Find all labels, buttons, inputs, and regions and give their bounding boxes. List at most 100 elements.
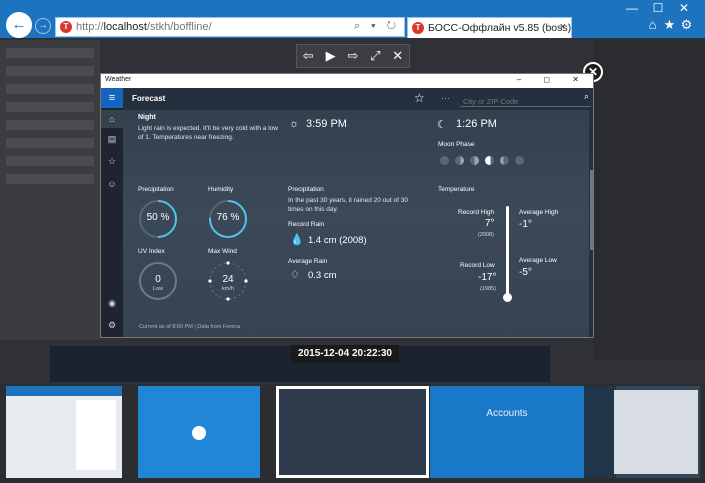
precipitation-value: 50 % [146, 212, 170, 223]
maximize-button[interactable]: ☐ [645, 1, 671, 15]
moonset-time: 1:26 PM [456, 118, 497, 130]
home-icon[interactable]: ⌂ [644, 17, 661, 32]
city-search: ⌕ [460, 91, 591, 109]
thumbnail-1[interactable] [6, 386, 122, 478]
moon-icon [500, 156, 509, 165]
viewer-close-icon[interactable]: ✕ [389, 48, 407, 64]
address-bar[interactable]: T http://localhost/stkh/boffline/ ⌕ ▾ ↻ [55, 17, 405, 37]
settings-gear-icon[interactable]: ⚙ [678, 17, 695, 33]
data-source-footer: Current as of 8:00 PM | Data from Foreca [139, 324, 241, 330]
viewer-toolbar: ⇦ ▶ ⇨ ⤢ ✕ [296, 44, 410, 68]
hist-precipitation-text: In the past 30 years, it rained 20 out o… [288, 197, 408, 213]
record-rain-value: 1.4 cm (2008) [308, 235, 367, 246]
window-close-button[interactable]: ✕ [671, 1, 697, 15]
screenshot-timestamp: 2015-12-04 20:22:30 [291, 345, 399, 363]
moon-icon [440, 156, 449, 165]
average-high-value: -1° [519, 219, 532, 230]
thumbnail-3-selected[interactable] [276, 386, 429, 478]
thumbnail-5[interactable] [584, 386, 700, 478]
wind-value: 24 [222, 274, 234, 285]
tab-close-button[interactable]: × [560, 21, 566, 33]
record-high-value: 7° [485, 218, 495, 229]
humidity-label: Humidity [208, 186, 234, 193]
temperature-range-bar [503, 206, 512, 302]
next-icon[interactable]: ⇨ [344, 48, 362, 64]
scrollbar-thumb[interactable] [590, 170, 593, 250]
night-text: Light rain is expected. It'll be very co… [138, 125, 278, 141]
raindrop-outline-icon: ♢ [290, 269, 300, 281]
fullscreen-icon[interactable]: ⤢ [366, 48, 384, 64]
window-controls: — ☐ ✕ [619, 1, 697, 15]
record-low-year: (1985) [480, 286, 496, 292]
average-high-label: Average High [519, 209, 559, 216]
settings-icon[interactable]: ⚙ [101, 320, 123, 331]
humidity-gauge: 76 % [208, 199, 248, 239]
wind-gauge: 24 km/h [208, 261, 248, 301]
minimize-button[interactable]: — [619, 1, 645, 15]
address-controls[interactable]: ⌕ ▾ ↻ [354, 20, 400, 33]
weather-titlebar: Weather – ◻ ✕ [101, 74, 593, 88]
thumbnail-4[interactable]: Accounts [430, 386, 584, 478]
humidity-value: 76 % [216, 212, 240, 223]
weather-details: Night Light rain is expected. It'll be v… [123, 110, 589, 337]
maps-icon[interactable]: ▤ [101, 134, 123, 145]
favorites-icon[interactable]: ☆ [101, 156, 123, 167]
account-icon[interactable]: ◉ [101, 298, 123, 309]
weather-scrollbar[interactable] [589, 110, 593, 337]
average-low-label: Average Low [519, 257, 557, 264]
browser-toolbar: ← → T http://localhost/stkh/boffline/ ⌕ … [0, 0, 705, 38]
thumbnail-2[interactable] [138, 386, 260, 478]
average-rain-label: Average Rain [288, 258, 328, 265]
weather-header: Forecast ☆ ··· ⌕ [123, 88, 593, 110]
raindrop-icon: 💧 [290, 234, 304, 246]
average-low-value: -5° [519, 267, 532, 278]
uv-value: 0 [155, 274, 161, 285]
hist-precipitation-label: Precipitation [288, 186, 324, 193]
life-icon[interactable]: ☺ [101, 179, 123, 189]
weather-nav-rail: ≡ ⌂ ▤ ☆ ☺ ◉ ⚙ [101, 88, 123, 337]
weather-window: Weather – ◻ ✕ ≡ ⌂ ▤ ☆ ☺ ◉ ⚙ Forecast ☆ ·… [100, 73, 594, 338]
back-button[interactable]: ← [6, 12, 32, 38]
browser-tab[interactable]: T БОСС-Оффлайн v5.85 (boss) × [407, 17, 572, 38]
search-icon[interactable]: ⌕ [584, 91, 589, 102]
more-icon[interactable]: ··· [441, 93, 450, 103]
forecast-title: Forecast [132, 94, 166, 103]
precipitation-gauge: 50 % [138, 199, 178, 239]
weather-window-controls[interactable]: – ◻ ✕ [517, 75, 589, 84]
prev-icon[interactable]: ⇦ [299, 48, 317, 64]
sunset-icon: ☼ [289, 118, 300, 130]
play-icon[interactable]: ▶ [322, 48, 340, 64]
uv-index-label: UV Index [138, 248, 165, 255]
temperature-knob [503, 293, 512, 302]
site-favicon-icon: T [60, 21, 72, 33]
record-high-year: (2008) [478, 232, 494, 238]
favorite-star-icon[interactable]: ☆ [414, 91, 425, 105]
night-title: Night [138, 114, 156, 121]
max-wind-label: Max Wind [208, 248, 237, 255]
tab-favicon-icon: T [412, 22, 424, 34]
hamburger-menu-icon[interactable]: ≡ [101, 88, 123, 108]
average-rain-value: 0.3 cm [308, 270, 337, 281]
city-search-input[interactable] [460, 94, 570, 109]
temperature-label: Temperature [438, 186, 475, 193]
moon-phase-row [440, 152, 530, 170]
uv-gauge: 0 Low [138, 261, 178, 301]
moon-phase-label: Moon Phase [438, 141, 475, 148]
moon-icon [470, 156, 479, 165]
backdrop-right-panel [594, 40, 705, 360]
home-icon[interactable]: ⌂ [101, 110, 123, 128]
browser-tools: ⌂ ★ ⚙ [644, 17, 695, 33]
moon-icon [485, 156, 494, 165]
favorites-star-icon[interactable]: ★ [661, 17, 678, 33]
sunset-time: 3:59 PM [306, 118, 347, 130]
record-low-label: Record Low [460, 262, 495, 269]
moon-icon [515, 156, 524, 165]
moonset-icon: ☾ [437, 119, 447, 131]
weather-window-title: Weather [105, 76, 132, 83]
backdrop-left-panel [0, 40, 100, 340]
wind-unit: km/h [222, 286, 234, 292]
forward-button[interactable]: → [35, 18, 51, 34]
moon-icon [455, 156, 464, 165]
screen: ← → T http://localhost/stkh/boffline/ ⌕ … [0, 0, 705, 483]
precipitation-label: Precipitation [138, 186, 174, 193]
